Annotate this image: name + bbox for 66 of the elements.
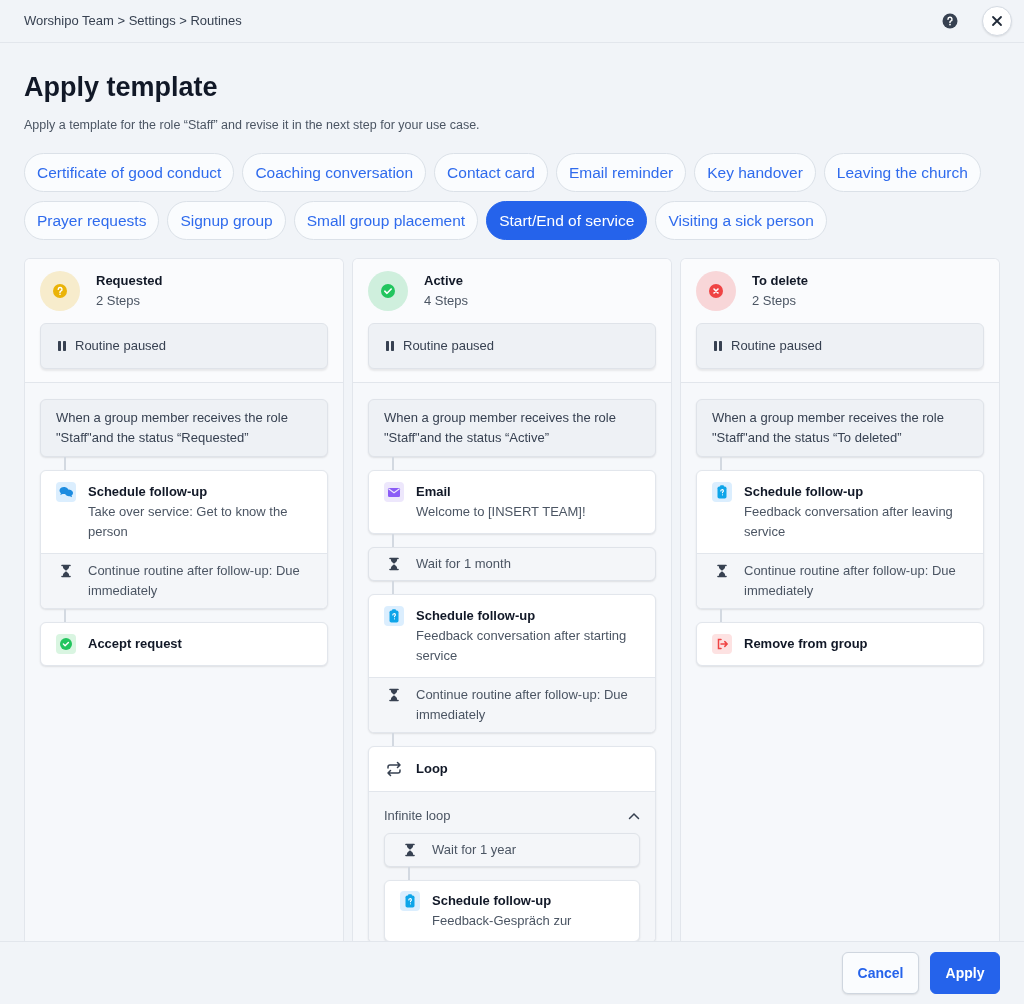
template-chip[interactable]: Certificate of good conduct [24, 152, 235, 192]
hourglass-icon [59, 563, 73, 578]
step-title: Loop [416, 759, 448, 778]
chat-icon [56, 481, 76, 502]
hourglass-icon [387, 687, 401, 702]
clipboard-icon [712, 481, 732, 502]
template-chip[interactable]: Prayer requests [24, 200, 160, 240]
step-note: Continue routine after follow-up: Due immediately [88, 561, 301, 600]
template-chip[interactable]: Small group placement [293, 200, 479, 240]
pause-icon [713, 339, 723, 352]
step-description: Take over service: Get to know the person [88, 502, 289, 541]
template-chip[interactable]: Visiting a sick person [655, 200, 827, 240]
check-icon [56, 633, 76, 654]
step-title: Remove from group [744, 634, 868, 653]
template-chip[interactable]: Email reminder [555, 152, 687, 192]
step-title: Email [416, 482, 452, 501]
routine-paused-button[interactable]: Routine paused [368, 322, 656, 369]
step-description: Feedback conversation after leaving service [744, 502, 954, 541]
loop-label: Infinite loop [384, 806, 451, 825]
step-note: Wait for 1 month [416, 554, 511, 573]
template-chip[interactable]: Coaching conversation [242, 152, 427, 192]
trigger-text: When a group member receives the role "Staff"and the status “To deleted” [696, 398, 984, 457]
step-note: Wait for 1 year [432, 841, 517, 860]
breadcrumb: Worshipo Team > Settings > Routines [24, 12, 242, 31]
template-chip[interactable]: Key handover [694, 152, 816, 192]
trigger-text: When a group member receives the role "Staff"and the status “Active” [368, 398, 656, 457]
pause-icon [385, 339, 395, 352]
routine-paused-button[interactable]: Routine paused [696, 322, 984, 369]
hourglass-icon [403, 843, 417, 858]
step-note: Continue routine after follow-up: Due immediately [744, 561, 957, 600]
step-title: Schedule follow-up [744, 482, 865, 501]
step-title: Schedule follow-up [416, 606, 537, 625]
routine-paused-button[interactable]: Routine paused [40, 322, 328, 369]
template-chip[interactable]: Leaving the church [823, 152, 981, 192]
description: Apply a template for the role “Staff” and revise it in the next step for your use case. [24, 117, 481, 135]
apply-button[interactable]: Apply [930, 952, 1000, 995]
help-icon[interactable] [942, 13, 958, 30]
page-title: Apply template [24, 71, 219, 105]
hourglass-icon [387, 556, 401, 571]
step-title: Schedule follow-up [432, 892, 553, 911]
step-description: Welcome to [INSERT TEAM]! [416, 502, 586, 521]
caret-icon[interactable] [628, 811, 640, 820]
step-description: Feedback-Gespräch zur [432, 912, 572, 931]
step-title: Schedule follow-up [88, 482, 209, 501]
pause-icon [57, 339, 67, 352]
column-title: Active [424, 272, 465, 291]
close-button[interactable] [982, 6, 1012, 37]
column-title: To delete [752, 272, 809, 291]
template-chip[interactable]: Start/End of service [486, 200, 648, 240]
step-description: Feedback conversation after starting service [416, 626, 628, 665]
cancel-button[interactable]: Cancel [842, 952, 919, 995]
template-chip[interactable]: Signup group [167, 200, 286, 240]
step-note: Continue routine after follow-up: Due immediately [416, 685, 629, 724]
clipboard-icon [400, 891, 420, 912]
clipboard-icon [384, 605, 404, 626]
column-title: Requested [96, 272, 163, 291]
step-title: Accept request [88, 634, 182, 653]
exit-icon [712, 633, 732, 654]
template-chip[interactable]: Contact card [434, 152, 548, 192]
close-icon[interactable] [991, 15, 1003, 28]
step-count: 2 Steps [752, 291, 798, 310]
envelope-icon [384, 481, 404, 502]
step-count: 4 Steps [424, 291, 469, 310]
step-count: 2 Steps [96, 291, 142, 310]
hourglass-icon [715, 563, 729, 578]
trigger-text: When a group member receives the role "Staff"and the status “Requested” [40, 398, 328, 457]
